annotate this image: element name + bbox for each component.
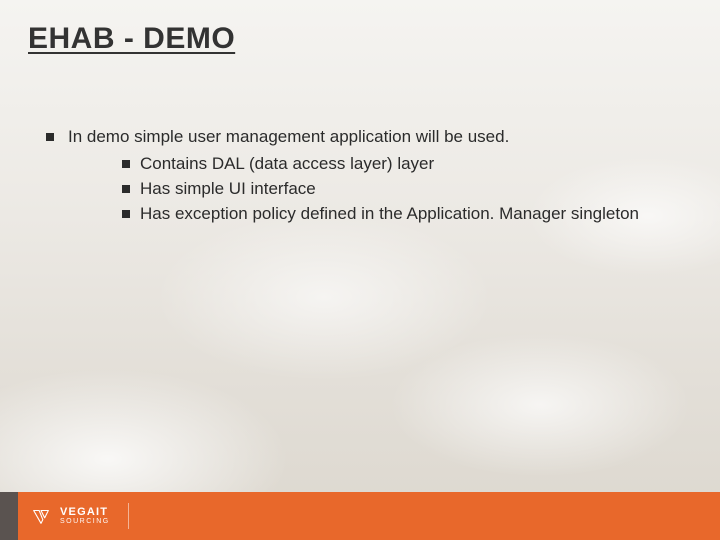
sub-bullet-item: Has exception policy defined in the Appl… <box>122 203 652 226</box>
sub-bullet-item: Contains DAL (data access layer) layer <box>122 153 652 176</box>
sub-bullet-item: Has simple UI interface <box>122 178 652 201</box>
footer-bar: VEGAIT SOURCING <box>18 492 720 540</box>
slide-content: In demo simple user management applicati… <box>28 126 692 226</box>
footer-divider <box>128 503 129 529</box>
slide-footer: VEGAIT SOURCING <box>0 492 720 540</box>
slide-title: EHAB - DEMO <box>28 22 692 56</box>
sub-bullet-list: Contains DAL (data access layer) layer H… <box>46 153 652 226</box>
square-bullet-icon <box>122 160 130 168</box>
brand-subtitle: SOURCING <box>60 518 110 525</box>
sub-bullet-text: Contains DAL (data access layer) layer <box>140 153 434 176</box>
slide: EHAB - DEMO In demo simple user manageme… <box>0 0 720 540</box>
brand-logo-icon <box>30 505 52 527</box>
sub-bullet-text: Has simple UI interface <box>140 178 316 201</box>
bullet-text: In demo simple user management applicati… <box>68 126 509 149</box>
square-bullet-icon <box>122 210 130 218</box>
brand-name: VEGAIT <box>60 507 110 519</box>
square-bullet-icon <box>122 185 130 193</box>
bullet-item: In demo simple user management applicati… <box>46 126 652 149</box>
square-bullet-icon <box>46 133 54 141</box>
sub-bullet-text: Has exception policy defined in the Appl… <box>140 203 639 226</box>
brand-text: VEGAIT SOURCING <box>60 507 110 526</box>
footer-accent-bar <box>0 492 18 540</box>
